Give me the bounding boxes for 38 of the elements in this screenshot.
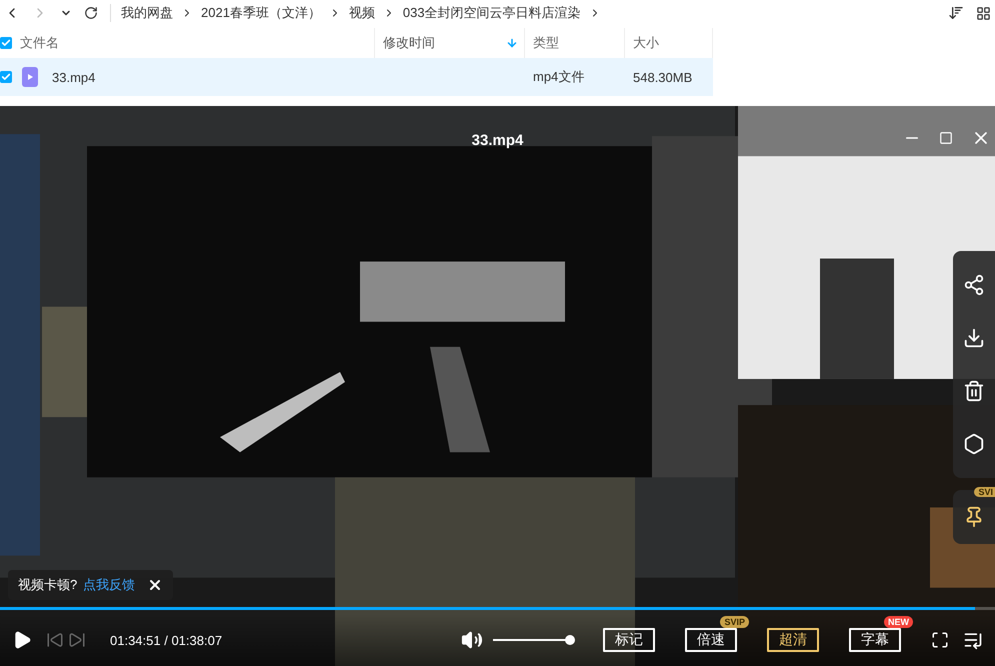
file-type: mp4文件 — [533, 68, 584, 86]
download-icon[interactable] — [963, 327, 985, 350]
skip-forward-icon[interactable] — [68, 631, 86, 649]
playback-time: 01:34:51 / 01:38:07 — [110, 632, 222, 648]
file-row[interactable]: 33.mp4 mp4文件 548.30MB — [0, 58, 713, 96]
breadcrumb-item[interactable]: 视频 — [348, 4, 375, 22]
feedback-link[interactable]: 点我反馈 — [83, 576, 136, 594]
fullscreen-icon[interactable] — [931, 631, 949, 649]
refresh-icon[interactable] — [84, 6, 98, 20]
badge: NEW — [884, 616, 913, 628]
file-name: 33.mp4 — [52, 70, 96, 84]
trash-icon[interactable] — [963, 380, 985, 402]
toast-text: 视频卡顿? — [18, 576, 78, 594]
sort-icon[interactable] — [948, 5, 964, 21]
video-file-icon — [22, 67, 38, 87]
breadcrumb-item[interactable]: 我的网盘 — [121, 4, 173, 22]
row-checkbox[interactable] — [0, 71, 12, 83]
column-header[interactable]: 类型 — [533, 34, 559, 52]
column-header[interactable]: 文件名 — [20, 34, 59, 52]
svip-badge: SVI — [974, 487, 995, 497]
sort-arrow-icon — [506, 37, 518, 49]
badge: SVIP — [720, 616, 749, 628]
hexagon-icon[interactable] — [963, 432, 985, 455]
share-icon[interactable] — [963, 274, 985, 296]
player-button[interactable]: 超清 — [767, 628, 819, 652]
volume-icon[interactable] — [461, 629, 483, 651]
column-header[interactable]: 修改时间 — [383, 34, 435, 52]
select-all-checkbox[interactable] — [0, 37, 12, 49]
column-header[interactable]: 大小 — [633, 34, 659, 52]
player-button[interactable]: 标记 — [603, 628, 655, 652]
breadcrumb-item[interactable]: 033全封闭空间云亭日料店渲染 — [402, 4, 581, 22]
breadcrumb-item[interactable]: 2021春季班（文洋） — [201, 4, 321, 22]
file-size: 548.30MB — [633, 70, 692, 84]
player-button[interactable]: 字幕 — [849, 628, 901, 652]
skip-back-icon[interactable] — [46, 631, 64, 649]
video-title: 33.mp4 — [472, 132, 524, 149]
player-button[interactable]: 倍速 — [685, 628, 737, 652]
grid-icon[interactable] — [976, 6, 991, 20]
